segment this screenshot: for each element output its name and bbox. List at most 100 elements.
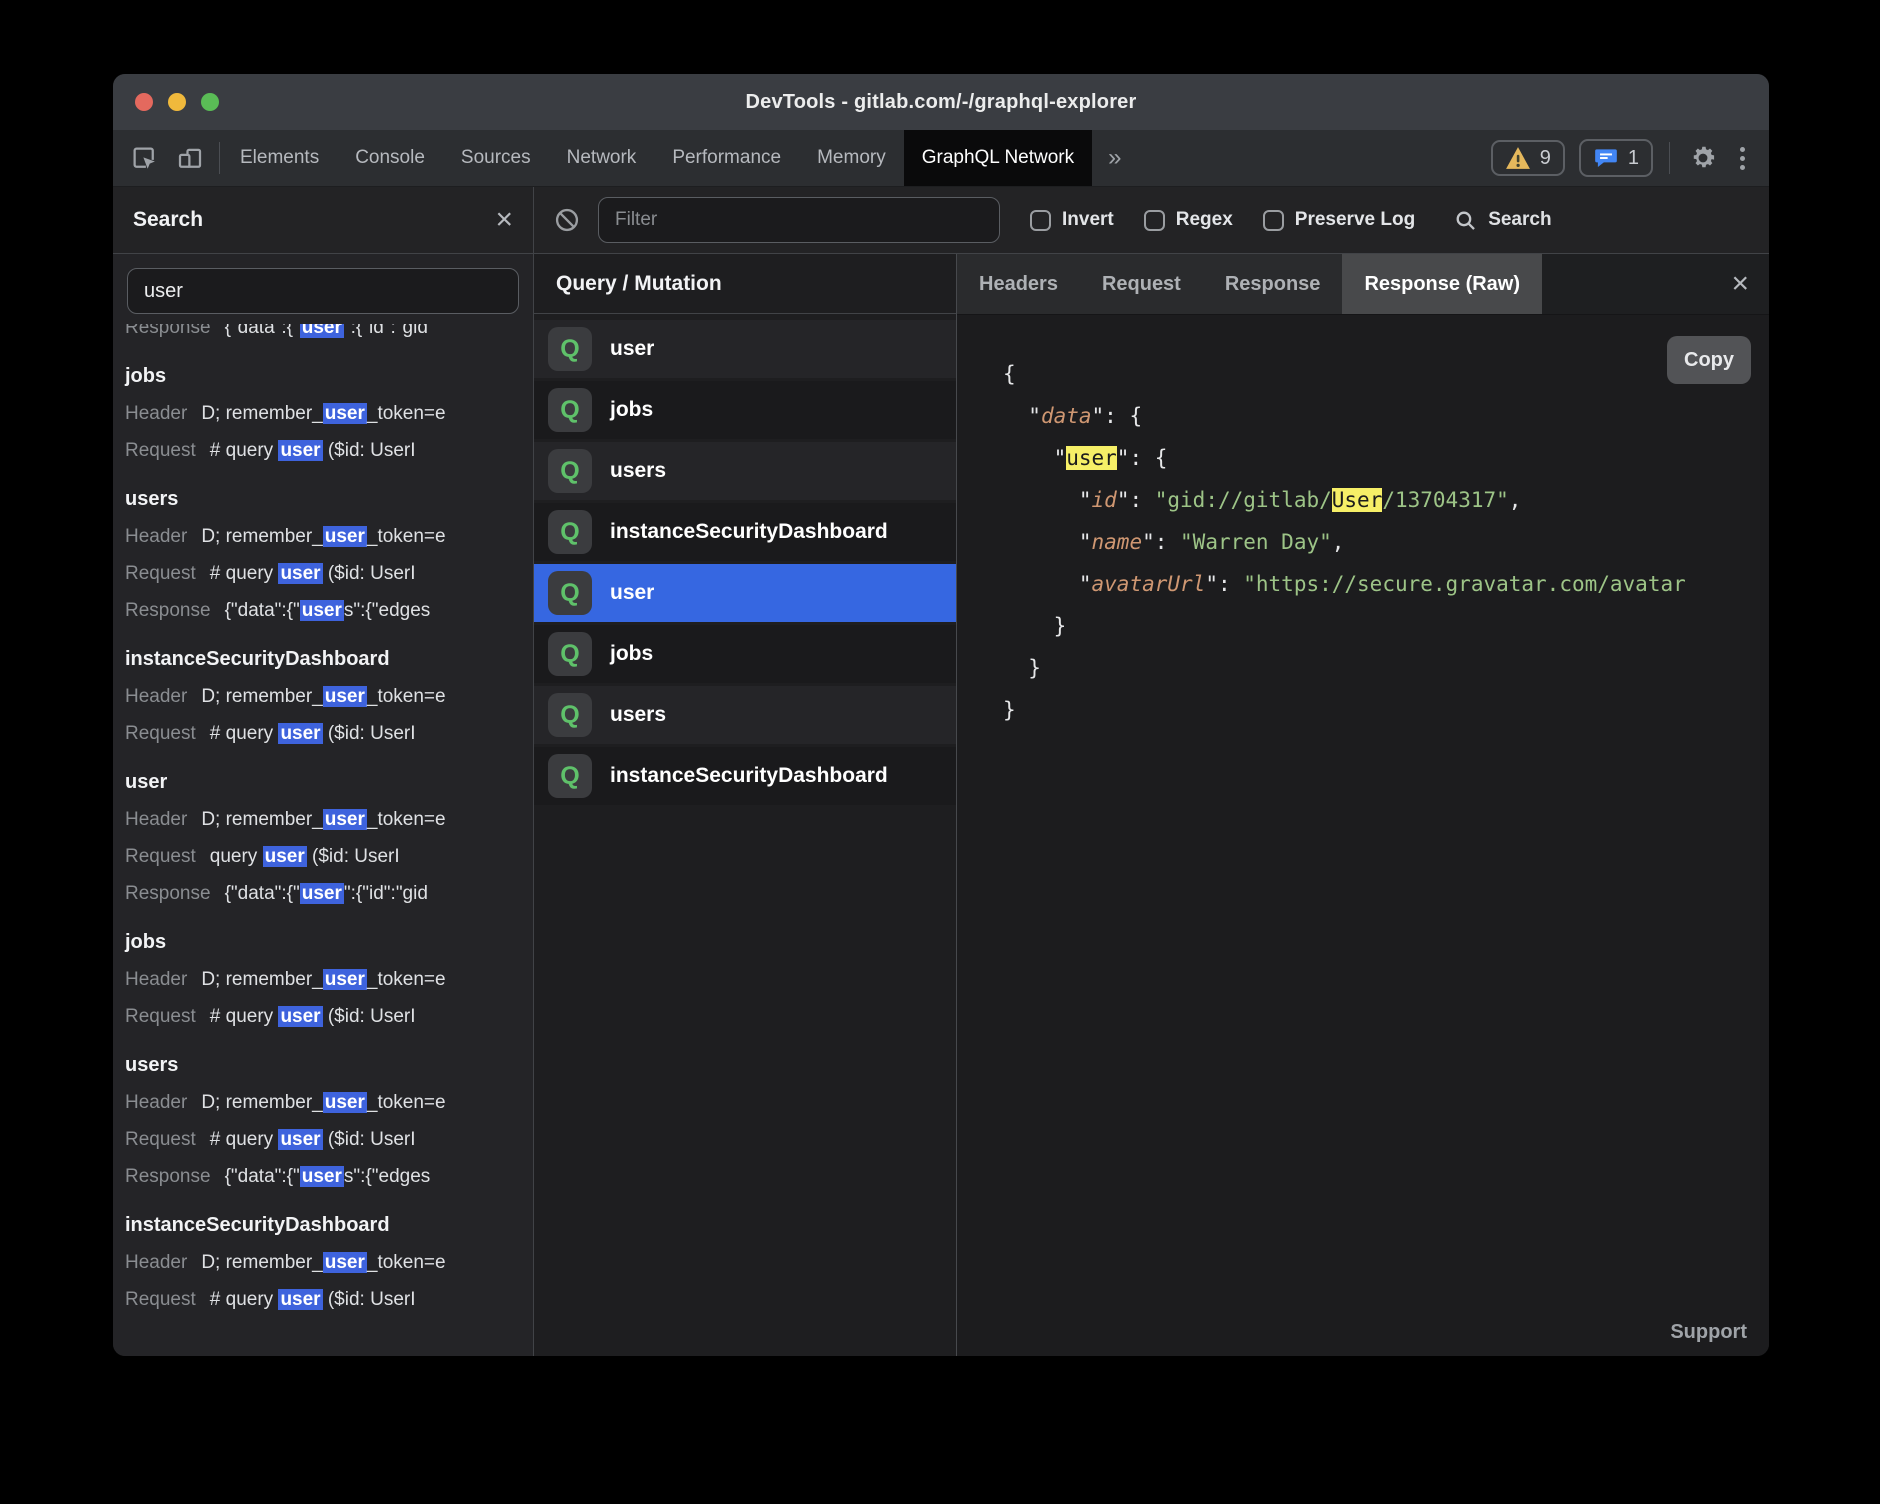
tab-console[interactable]: Console [337, 130, 443, 186]
query-list-item-label: user [610, 337, 654, 361]
device-toolbar-icon[interactable] [173, 141, 207, 175]
json-token: ": [1205, 572, 1243, 596]
content-area: Response{"data":{"user":{"id":"gidjobsHe… [113, 254, 1769, 1356]
checkbox-regex[interactable]: Regex [1144, 209, 1233, 231]
search-result-line[interactable]: Response{"data":{"user":{"id":"gid [125, 324, 521, 346]
search-result-line[interactable]: Requestquery user ($id: UserI [125, 838, 521, 875]
search-result-line[interactable]: Response{"data":{"user":{"id":"gid [125, 875, 521, 912]
search-result-line[interactable]: Request# query user ($id: UserI [125, 715, 521, 752]
json-token: name [1092, 530, 1143, 554]
search-result-heading[interactable]: users [125, 1047, 521, 1084]
search-result-heading[interactable]: jobs [125, 358, 521, 395]
close-window-button[interactable] [135, 93, 153, 111]
kebab-menu-icon[interactable] [1734, 147, 1751, 170]
zoom-window-button[interactable] [201, 93, 219, 111]
search-result-heading[interactable]: users [125, 481, 521, 518]
support-link[interactable]: Support [1670, 1321, 1747, 1344]
match-highlight: user [278, 563, 322, 584]
json-token: , [1332, 530, 1345, 554]
response-close-icon[interactable]: × [1731, 269, 1749, 299]
search-input[interactable] [127, 268, 519, 314]
json-token: " [1003, 572, 1092, 596]
result-line-label: Request [125, 1289, 196, 1310]
search-result-heading[interactable]: user [125, 764, 521, 801]
search-result-line[interactable]: Request# query user ($id: UserI [125, 1121, 521, 1158]
search-result-line[interactable]: Request# query user ($id: UserI [125, 432, 521, 469]
main-tabs: ElementsConsoleSourcesNetworkPerformance… [222, 130, 1092, 186]
search-result-line[interactable]: HeaderD; remember_user_token=e [125, 678, 521, 715]
match-highlight: user [300, 324, 344, 338]
result-line-content: query user ($id: UserI [210, 846, 400, 867]
search-result-line[interactable]: Request# query user ($id: UserI [125, 998, 521, 1035]
tab-memory[interactable]: Memory [799, 130, 904, 186]
filter-row: Search × InvertRegexPreserve Log Search [113, 187, 1769, 254]
query-list-item-label: instanceSecurityDashboard [610, 764, 888, 788]
search-result-heading[interactable]: jobs [125, 924, 521, 961]
query-list-item[interactable]: Qusers [534, 442, 956, 500]
search-result-heading[interactable]: instanceSecurityDashboard [125, 1207, 521, 1244]
result-line-content: D; remember_user_token=e [201, 403, 445, 424]
query-list-item[interactable]: Quser [534, 564, 956, 622]
query-list-item[interactable]: Qusers [534, 686, 956, 744]
search-result-line[interactable]: HeaderD; remember_user_token=e [125, 395, 521, 432]
search-result-heading[interactable]: instanceSecurityDashboard [125, 641, 521, 678]
tab-elements[interactable]: Elements [222, 130, 337, 186]
search-result-line[interactable]: Request# query user ($id: UserI [125, 1281, 521, 1318]
query-list-item[interactable]: QinstanceSecurityDashboard [534, 747, 956, 805]
search-close-icon[interactable]: × [495, 205, 513, 235]
json-token: ": [1142, 530, 1180, 554]
query-type-badge: Q [548, 571, 592, 615]
filter-input[interactable] [598, 197, 1000, 243]
query-list-item-label: user [610, 581, 654, 605]
search-result-line[interactable]: HeaderD; remember_user_token=e [125, 518, 521, 555]
devtools-toolbar: ElementsConsoleSourcesNetworkPerformance… [113, 130, 1769, 187]
response-tab-request[interactable]: Request [1080, 254, 1203, 314]
search-result-line[interactable]: HeaderD; remember_user_token=e [125, 961, 521, 998]
query-list-item[interactable]: Qjobs [534, 381, 956, 439]
response-tab-headers[interactable]: Headers [957, 254, 1080, 314]
settings-gear-icon[interactable] [1686, 141, 1720, 175]
tab-network[interactable]: Network [549, 130, 655, 186]
search-result-line[interactable]: Response{"data":{"users":{"edges [125, 1158, 521, 1195]
minimize-window-button[interactable] [168, 93, 186, 111]
more-tabs-icon[interactable]: » [1092, 130, 1137, 186]
toolbar-divider [219, 142, 220, 174]
tab-graphql-network[interactable]: GraphQL Network [904, 130, 1092, 186]
search-result-line[interactable]: Response{"data":{"users":{"edges [125, 592, 521, 629]
json-token: " [1003, 446, 1066, 470]
response-tab-response[interactable]: Response [1203, 254, 1343, 314]
match-highlight: user [300, 883, 344, 904]
json-token: } [1003, 698, 1016, 722]
tab-sources[interactable]: Sources [443, 130, 549, 186]
match-highlight: user [278, 723, 322, 744]
warnings-count: 9 [1540, 147, 1551, 170]
query-mutation-list: QuserQjobsQusersQinstanceSecurityDashboa… [534, 314, 956, 808]
json-token: " [1003, 530, 1092, 554]
result-line-content: D; remember_user_token=e [201, 1092, 445, 1113]
query-list-item[interactable]: QinstanceSecurityDashboard [534, 503, 956, 561]
search-result-line[interactable]: HeaderD; remember_user_token=e [125, 1084, 521, 1121]
warnings-badge[interactable]: 9 [1491, 140, 1565, 176]
copy-button[interactable]: Copy [1667, 336, 1751, 384]
clear-icon[interactable] [550, 203, 584, 237]
checkbox-label: Regex [1176, 209, 1233, 231]
tab-performance[interactable]: Performance [654, 130, 799, 186]
json-token: avatarUrl [1092, 572, 1206, 596]
inspect-element-icon[interactable] [127, 141, 161, 175]
search-result-line[interactable]: Request# query user ($id: UserI [125, 555, 521, 592]
json-token: /13704317" [1382, 488, 1508, 512]
json-line: "user": { [1003, 437, 1759, 479]
search-result-line[interactable]: HeaderD; remember_user_token=e [125, 1244, 521, 1281]
json-line: } [1003, 647, 1759, 689]
checkbox-invert[interactable]: Invert [1030, 209, 1114, 231]
response-tab-response-raw[interactable]: Response (Raw) [1342, 254, 1542, 314]
messages-badge[interactable]: 1 [1579, 139, 1653, 177]
checkbox-preserve-log[interactable]: Preserve Log [1263, 209, 1415, 231]
query-list-item-label: users [610, 459, 666, 483]
query-list-item[interactable]: Qjobs [534, 625, 956, 683]
query-list-item[interactable]: Quser [534, 320, 956, 378]
result-line-label: Request [125, 1129, 196, 1150]
search-result-line[interactable]: HeaderD; remember_user_token=e [125, 801, 521, 838]
search-toggle[interactable]: Search [1453, 208, 1551, 233]
chat-icon [1593, 145, 1619, 171]
